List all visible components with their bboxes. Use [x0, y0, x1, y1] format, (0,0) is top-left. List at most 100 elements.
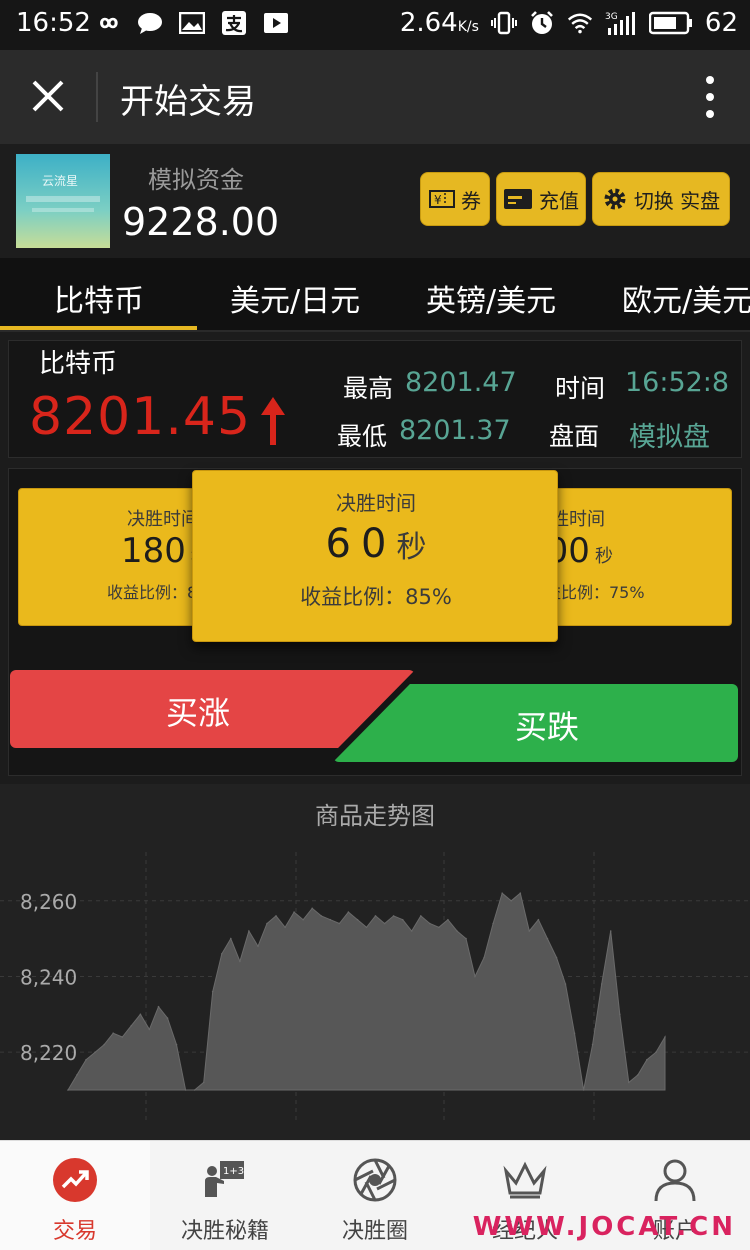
nav-tips[interactable]: 1+3 决胜秘籍 — [150, 1141, 300, 1250]
time-value: 16:52:8 — [625, 367, 730, 398]
price-point — [103, 1043, 105, 1046]
status-right: 2.64K/s 3G 62 — [400, 8, 738, 38]
coupon-button[interactable]: ¥ 券 — [420, 172, 490, 226]
price-point — [121, 1036, 124, 1038]
wifi-icon — [567, 10, 593, 36]
expiry-value: 60秒 — [325, 521, 427, 567]
price-point — [555, 956, 558, 959]
y-tick-label: 8,260 — [20, 890, 77, 914]
logo-decoration — [32, 208, 94, 212]
tab-usd-jpy[interactable]: 美元/日元 — [230, 276, 360, 320]
recharge-button[interactable]: 充值 — [496, 172, 586, 226]
expiry-card-60[interactable]: 决胜时间 60秒 收益比例：85% — [192, 470, 558, 642]
funds-label: 模拟资金 — [148, 166, 244, 194]
price-point — [266, 922, 268, 925]
price-point — [175, 1043, 178, 1046]
aperture-icon — [352, 1157, 398, 1203]
price-point — [573, 1032, 576, 1034]
price-point — [655, 1051, 657, 1053]
y-tick-label: 8,240 — [20, 965, 77, 989]
price-point — [474, 975, 476, 978]
tab-gbp-usd[interactable]: 英镑/美元 — [426, 276, 556, 320]
switch-mode-label: 切换 实盘 — [633, 188, 721, 213]
price-point — [465, 937, 467, 940]
nav-circle[interactable]: 决胜圈 — [300, 1141, 450, 1250]
svg-text:¥: ¥ — [434, 193, 442, 207]
instrument-name: 比特币 — [39, 349, 118, 379]
price-point — [637, 1074, 639, 1076]
price-point — [211, 990, 214, 993]
alarm-icon — [529, 10, 555, 36]
more-menu-icon[interactable] — [700, 74, 720, 120]
tab-bitcoin[interactable]: 比特币 — [54, 276, 144, 320]
price-point — [94, 1051, 96, 1053]
price-point — [148, 1028, 151, 1031]
crown-icon — [502, 1157, 548, 1203]
recharge-label: 充值 — [539, 188, 579, 213]
title-divider — [96, 72, 98, 122]
infinity-icon — [95, 10, 121, 36]
low-label: 最低 — [337, 422, 388, 451]
time-label: 时间 — [555, 374, 606, 403]
price-point — [202, 1081, 205, 1084]
alipay-icon — [221, 10, 247, 36]
price-point — [429, 922, 431, 925]
price-point — [221, 953, 223, 955]
price-point — [401, 918, 404, 921]
svg-text:1+3: 1+3 — [223, 1166, 244, 1177]
price-point — [546, 937, 549, 940]
price-point — [293, 911, 295, 913]
expiry-title: 决胜时间 — [127, 509, 199, 530]
chat-icon — [137, 10, 163, 36]
price-point — [420, 915, 422, 917]
price-point — [510, 900, 512, 902]
price-point — [564, 983, 567, 985]
expiry-ratio: 收益比例：85% — [300, 585, 452, 609]
price-area-series — [67, 892, 666, 1091]
price-point — [257, 945, 259, 947]
nav-label: 交易 — [52, 1219, 97, 1244]
signal-icon: 3G — [605, 10, 637, 36]
price-point — [519, 892, 522, 894]
price-point — [320, 915, 323, 917]
price-point — [157, 1005, 160, 1008]
y-tick-label: 8,220 — [20, 1041, 77, 1065]
price-point — [166, 1017, 169, 1019]
expiry-title: 决胜时间 — [336, 491, 416, 515]
tab-eur-usd[interactable]: 欧元/美元 — [622, 276, 750, 320]
switch-mode-button[interactable]: 切换 实盘 — [592, 172, 730, 226]
network-speed: 2.64K/s — [399, 8, 479, 38]
nav-label: 决胜秘籍 — [180, 1219, 269, 1244]
price-point — [447, 918, 449, 921]
price-point — [184, 1089, 187, 1091]
price-point — [628, 1081, 630, 1084]
tabs-divider — [0, 330, 750, 332]
image-icon — [179, 10, 205, 36]
price-point — [483, 956, 485, 959]
app-logo: 云流星 — [16, 154, 110, 248]
low-value: 8201.37 — [399, 415, 511, 446]
title-bar: 开始交易 — [0, 50, 750, 144]
page-title: 开始交易 — [120, 82, 256, 122]
user-icon — [652, 1157, 698, 1203]
price-point — [410, 930, 413, 932]
price-point — [338, 922, 341, 925]
price-point — [230, 937, 232, 940]
status-left-icons — [95, 10, 289, 36]
price-point — [646, 1058, 648, 1061]
price-point — [329, 918, 332, 921]
battery-level: 62 — [704, 8, 738, 38]
price-point — [193, 1089, 196, 1091]
price-point — [438, 926, 440, 929]
video-icon — [263, 10, 289, 36]
svg-text:3G: 3G — [605, 12, 618, 22]
high-value: 8201.47 — [405, 367, 517, 398]
price-point — [501, 892, 504, 894]
close-icon[interactable] — [24, 72, 72, 120]
price-point — [130, 1024, 133, 1027]
ticket-icon: ¥ — [429, 190, 455, 208]
price-point — [76, 1074, 78, 1076]
battery-icon — [648, 10, 693, 36]
price-point — [284, 926, 286, 929]
nav-trade[interactable]: 交易 — [0, 1141, 150, 1250]
